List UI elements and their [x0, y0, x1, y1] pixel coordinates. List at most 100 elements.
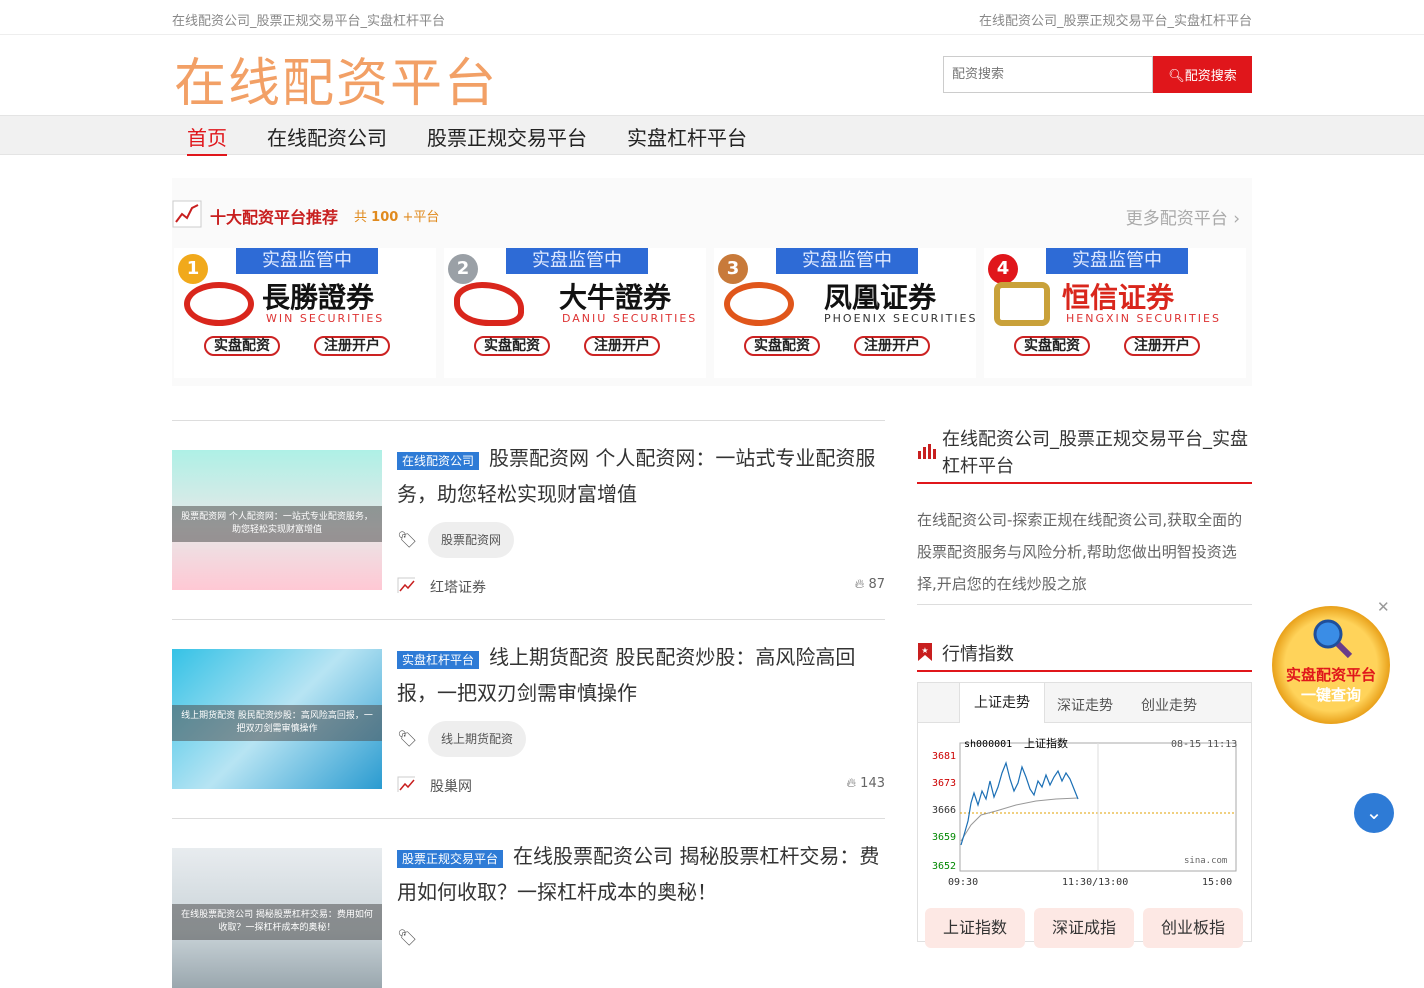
register-button[interactable]: 注册开户 [854, 336, 930, 356]
recommend-count: 共 100 +平台 [354, 210, 440, 225]
article-category[interactable]: 股票正规交易平台 [397, 850, 504, 868]
tag-icon: 🏷︎ [397, 530, 418, 549]
article-thumbnail[interactable]: 线上期货配资 股民配资炒股：高风险高回报，一把双刃剑需审慎操作 [172, 649, 382, 789]
divider [917, 670, 1252, 672]
search-button[interactable]: 🔍︎配资搜索 [1153, 56, 1252, 93]
bull-emblem [454, 282, 524, 326]
platform-card-2[interactable]: 2 实盘监管中 大牛證券 DANIU SECURITIES 实盘配资 注册开户 [444, 248, 706, 378]
y-tick: 3652 [932, 861, 956, 872]
bookmark-icon: ★ [918, 643, 932, 661]
x-tick: 15:00 [1202, 877, 1232, 888]
article-views: 🔥︎ 143 [846, 776, 885, 791]
margin-button[interactable]: 实盘配资 [474, 336, 550, 356]
nav-item-online-margin[interactable]: 在线配资公司 [267, 122, 387, 156]
rank-medal-icon: 4 [988, 254, 1018, 284]
platform-card-1[interactable]: 1 实盘监管中 長勝證券 WIN SECURITIES 实盘配资 注册开户 [174, 248, 436, 378]
platform-name: 大牛證券 [559, 281, 672, 314]
article-category[interactable]: 实盘杠杆平台 [397, 651, 480, 669]
article-category[interactable]: 在线配资公司 [397, 452, 480, 470]
article-tag[interactable]: 股票配资网 [428, 522, 515, 558]
search-input[interactable] [943, 56, 1153, 93]
magnifier-icon [1313, 619, 1353, 659]
tab-chinext[interactable]: 创业走势 [1141, 695, 1197, 715]
phoenix-emblem [724, 282, 794, 326]
search-icon: 🔍︎ [1168, 69, 1185, 84]
article-item: 线上期货配资 股民配资炒股：高风险高回报，一把双刃剑需审慎操作 实盘杠杆平台 线上… [172, 619, 887, 819]
register-button[interactable]: 注册开户 [1124, 336, 1200, 356]
main-nav: 首页 在线配资公司 股票正规交易平台 实盘杠杆平台 [0, 115, 1424, 156]
search-form: 🔍︎配资搜索 [943, 56, 1252, 93]
tab-shenzhen[interactable]: 深证走势 [1057, 695, 1113, 715]
floating-query-badge[interactable]: 实盘配资平台 一键查询 [1272, 606, 1390, 724]
fire-icon: 🔥︎ [854, 577, 865, 592]
regulated-badge: 实盘监管中 [1046, 248, 1188, 274]
header: 在线配资平台 🔍︎配资搜索 [0, 35, 1424, 115]
sidebar-site-title: 在线配资公司_股票正规交易平台_实盘杠杆平台 [942, 429, 1248, 477]
article-item: 股票配资网 个人配资网：一站式专业配资服务，助您轻松实现财富增值 在线配资公司股… [172, 420, 887, 620]
platform-name: 恒信证券 [1062, 281, 1175, 314]
nav-item-home[interactable]: 首页 [187, 122, 227, 156]
tab-shanghai[interactable]: 上证走势 [959, 683, 1045, 723]
margin-button[interactable]: 实盘配资 [1014, 336, 1090, 356]
svg-text:★: ★ [921, 646, 928, 655]
more-platforms-link[interactable]: 更多配资平台 › [1126, 204, 1240, 229]
chart-index-name: 上证指数 [1024, 736, 1068, 750]
badge-line-2: 一键查询 [1300, 686, 1361, 704]
market-index-title: 行情指数 [942, 644, 1014, 665]
platform-english-name: WIN SECURITIES [266, 312, 385, 325]
platform-card-4[interactable]: 4 实盘监管中 恒信证券 HENGXIN SECURITIES 实盘配资 注册开… [984, 248, 1246, 378]
thumbnail-caption: 股票配资网 个人配资网：一站式专业配资服务，助您轻松实现财富增值 [172, 506, 382, 542]
index-button-shenzhen[interactable]: 深证成指 [1034, 908, 1134, 948]
article-author[interactable]: 红塔证券 [430, 577, 486, 597]
article-item: 在线股票配资公司 揭秘股票杠杆交易：费用如何收取？一探杠杆成本的奥秘！ 股票正规… [172, 818, 887, 988]
top-bar-left-text: 在线配资公司_股票正规交易平台_实盘杠杆平台 [172, 14, 446, 29]
platform-card-3[interactable]: 3 实盘监管中 凤凰证券 PHOENIX SECURITIES 实盘配资 注册开… [714, 248, 976, 378]
top-bar: 在线配资公司_股票正规交易平台_实盘杠杆平台 在线配资公司_股票正规交易平台_实… [0, 0, 1424, 35]
nav-item-leverage[interactable]: 实盘杠杆平台 [627, 122, 747, 156]
tag-icon: 🏷︎ [397, 928, 418, 947]
article-views: 🔥︎ 87 [854, 577, 885, 592]
scroll-down-button[interactable]: ⌄ [1354, 793, 1394, 833]
article-tag[interactable]: 线上期货配资 [428, 721, 527, 757]
bar-chart-icon [918, 444, 936, 459]
index-button-shanghai[interactable]: 上证指数 [925, 908, 1025, 948]
chart-source: sina.com [1184, 856, 1227, 866]
margin-button[interactable]: 实盘配资 [204, 336, 280, 356]
author-avatar-icon [397, 577, 415, 593]
article-title[interactable]: 在线配资公司 股票配资网 个人配资网：一站式专业配资服务，助您轻松实现财富增值 [397, 442, 887, 511]
author-avatar-icon [397, 776, 415, 792]
index-button-chinext[interactable]: 创业板指 [1143, 908, 1243, 948]
regulated-badge: 实盘监管中 [776, 248, 918, 274]
divider [917, 604, 1252, 605]
register-button[interactable]: 注册开户 [314, 336, 390, 356]
rank-medal-icon: 2 [448, 254, 478, 284]
margin-button[interactable]: 实盘配资 [744, 336, 820, 356]
close-icon[interactable]: ✕ [1377, 598, 1390, 616]
divider [917, 482, 1252, 484]
chart-code: sh000001 [964, 739, 1012, 750]
fire-icon: 🔥︎ [846, 776, 857, 791]
y-tick: 3681 [932, 751, 956, 762]
register-button[interactable]: 注册开户 [584, 336, 660, 356]
search-button-label: 配资搜索 [1184, 69, 1237, 84]
site-logo[interactable]: 在线配资平台 [174, 41, 498, 116]
top-bar-right-text: 在线配资公司_股票正规交易平台_实盘杠杆平台 [978, 14, 1252, 29]
article-title[interactable]: 实盘杠杆平台 线上期货配资 股民配资炒股：高风险高回报，一把双刃剑需审慎操作 [397, 641, 887, 710]
rank-medal-icon: 3 [718, 254, 748, 284]
article-author[interactable]: 股巢网 [430, 776, 472, 796]
nav-item-stock-trading[interactable]: 股票正规交易平台 [427, 122, 587, 156]
article-thumbnail[interactable]: 股票配资网 个人配资网：一站式专业配资服务，助您轻松实现财富增值 [172, 450, 382, 590]
x-tick: 09:30 [948, 877, 978, 888]
article-title[interactable]: 股票正规交易平台 在线股票配资公司 揭秘股票杠杆交易：费用如何收取？一探杠杆成本的… [397, 840, 887, 909]
platform-name: 長勝證券 [262, 281, 375, 314]
hengxin-emblem [994, 282, 1050, 326]
recommend-section: 十大配资平台推荐 共 100 +平台 更多配资平台 › 1 实盘监管中 長勝證券… [172, 178, 1252, 386]
market-panel: 上证走势 深证走势 创业走势 sh000001 上证指数 08-15 11:13… [917, 682, 1252, 942]
tag-icon: 🏷︎ [397, 729, 418, 748]
article-thumbnail[interactable]: 在线股票配资公司 揭秘股票杠杆交易：费用如何收取？一探杠杆成本的奥秘！ [172, 848, 382, 988]
chart-datetime: 08-15 11:13 [1171, 739, 1237, 750]
platform-english-name: PHOENIX SECURITIES [824, 312, 978, 325]
platform-name: 凤凰证券 [824, 281, 937, 314]
market-tabs: 上证走势 深证走势 创业走势 [918, 683, 1251, 723]
chevron-down-icon: ⌄ [1365, 800, 1383, 824]
